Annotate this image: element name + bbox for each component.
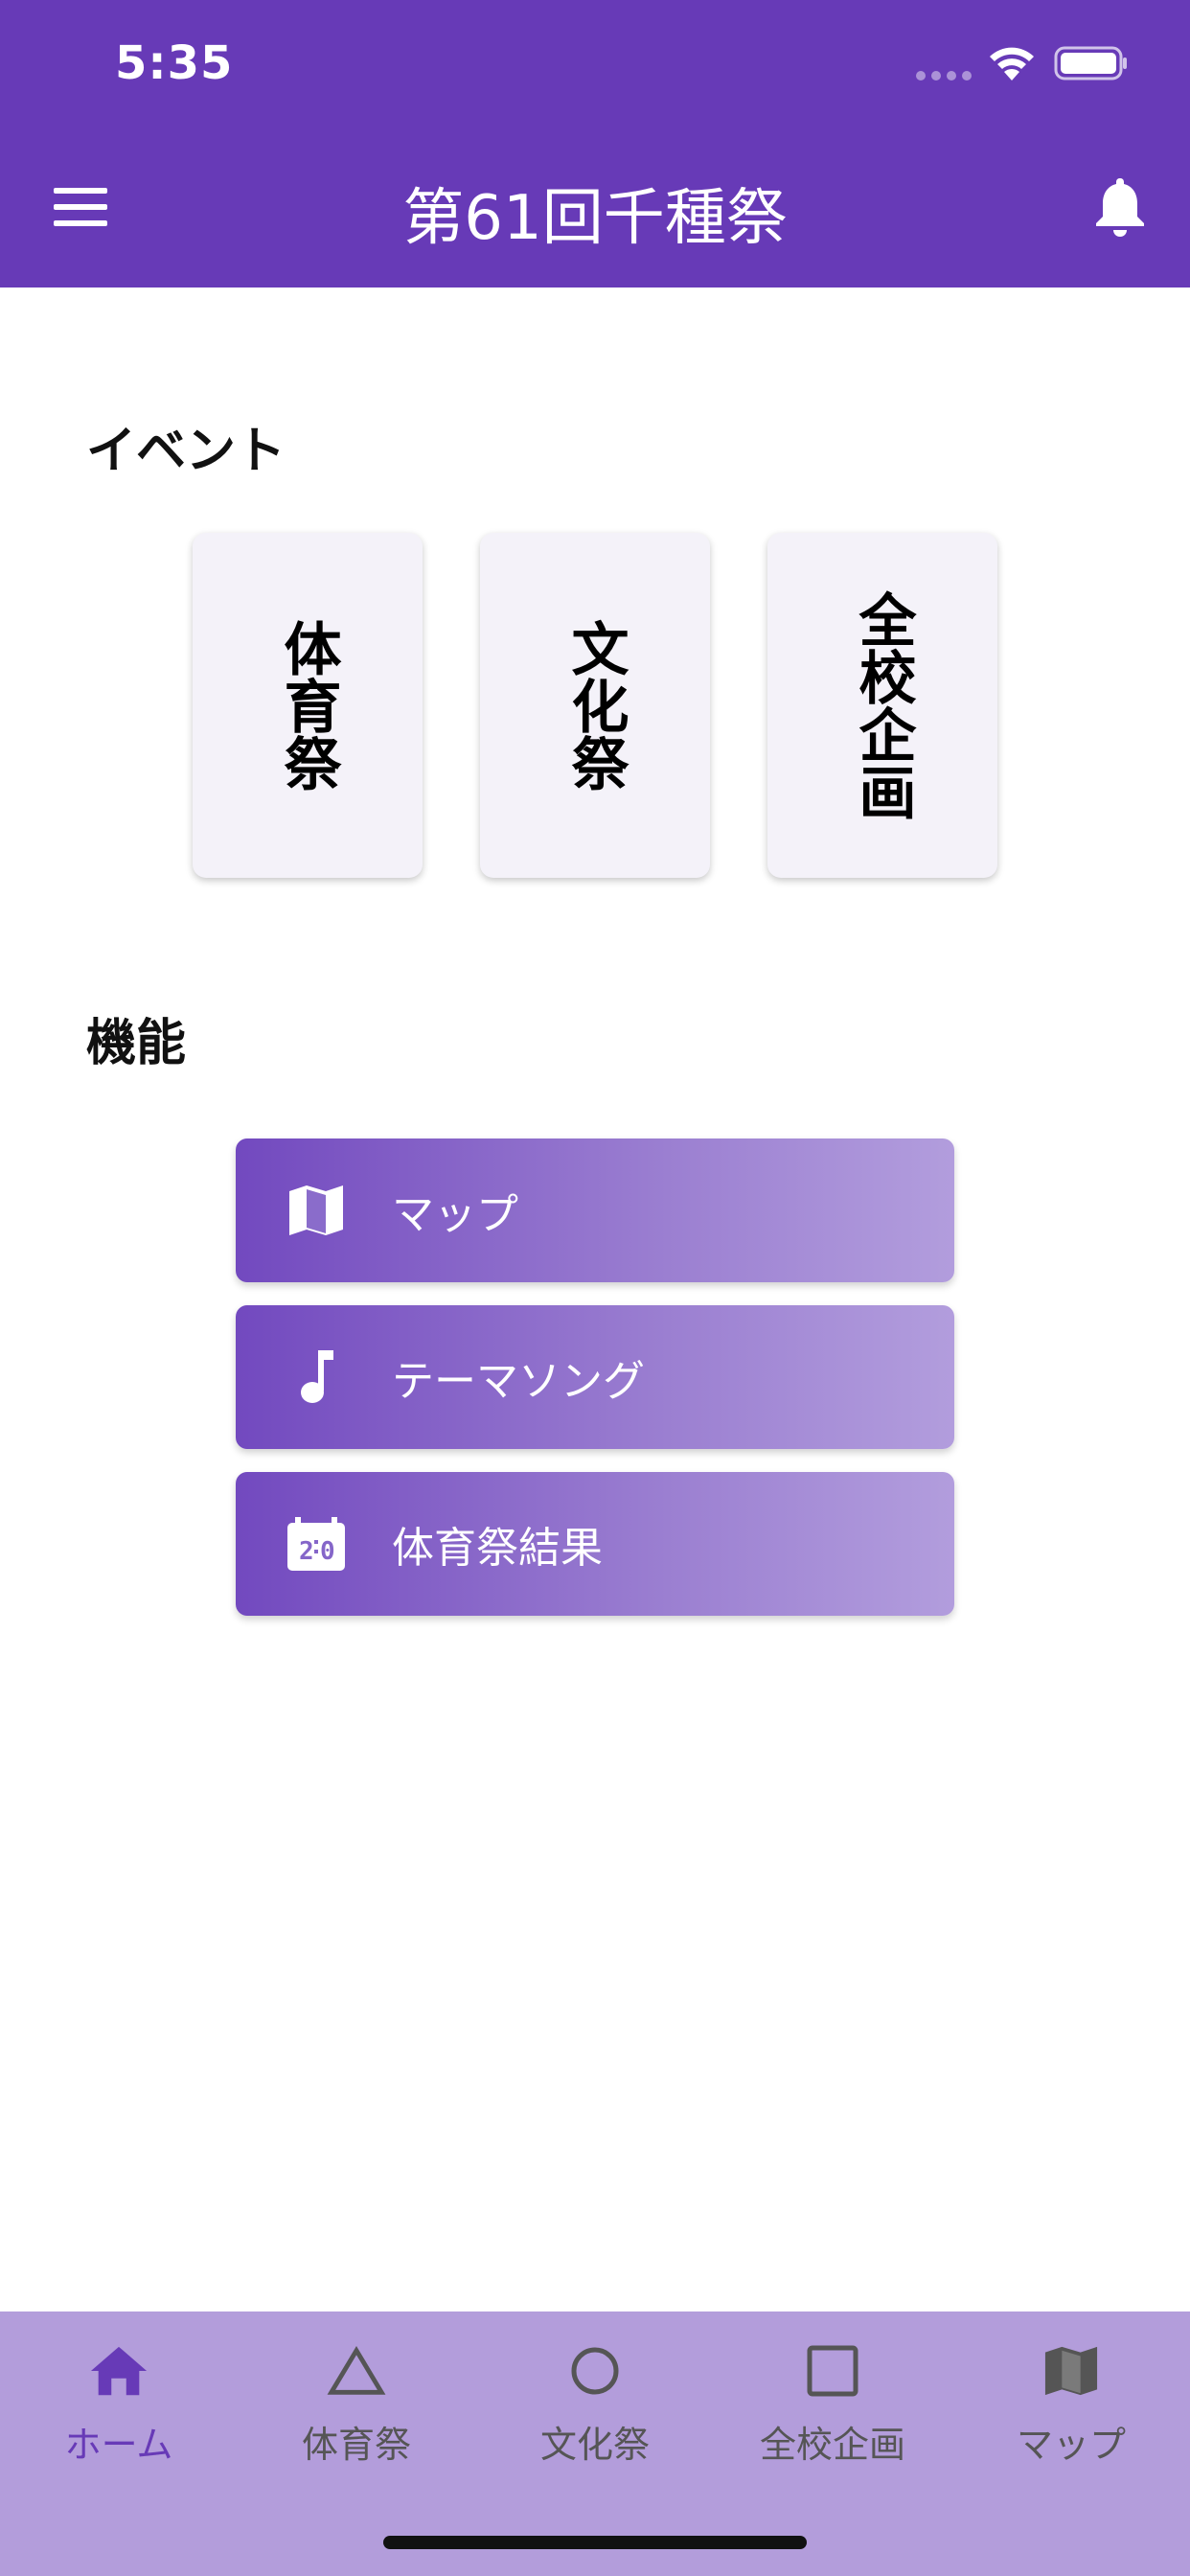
map-icon — [279, 1173, 354, 1248]
battery-icon — [1054, 46, 1127, 80]
nav-item-label: 体育祭 — [301, 2424, 411, 2466]
events-section-title: イベント — [86, 423, 286, 480]
event-card-label: 全校企画 — [849, 590, 916, 820]
music-note-icon — [279, 1340, 354, 1414]
theme-song-button[interactable]: テーマソング — [236, 1305, 954, 1449]
nav-item-label: ホーム — [64, 2424, 173, 2466]
nav-item-home[interactable]: ホーム — [0, 2340, 238, 2484]
scoreboard-icon: 2 0 — [279, 1506, 354, 1581]
wifi-icon — [990, 47, 1034, 80]
triangle-icon — [326, 2340, 387, 2402]
event-card-culture-festival[interactable]: 文化祭 — [480, 533, 710, 878]
map-button[interactable]: マップ — [236, 1138, 954, 1282]
theme-song-button-label: テーマソング — [392, 1357, 645, 1406]
bell-icon[interactable] — [1092, 174, 1148, 238]
nav-item-label: 文化祭 — [539, 2424, 650, 2466]
event-card-school-project[interactable]: 全校企画 — [767, 533, 997, 878]
event-card-sports-festival[interactable]: 体育祭 — [193, 533, 423, 878]
features-section-title: 機能 — [86, 1015, 187, 1072]
map-icon — [1041, 2340, 1102, 2402]
event-card-label: 文化祭 — [561, 619, 629, 792]
nav-item-sports-festival[interactable]: 体育祭 — [238, 2340, 475, 2484]
svg-text:2: 2 — [299, 1537, 314, 1566]
nav-item-label: マップ — [1016, 2424, 1126, 2466]
page-title: 第61回千種祭 — [402, 183, 788, 254]
nav-item-school-project[interactable]: 全校企画 — [714, 2340, 951, 2484]
home-icon — [88, 2340, 149, 2402]
home-indicator[interactable] — [383, 2536, 807, 2549]
cellular-signal-icon — [916, 71, 972, 80]
svg-text:0: 0 — [320, 1537, 335, 1566]
nav-item-map[interactable]: マップ — [952, 2340, 1190, 2484]
circle-icon — [564, 2340, 626, 2402]
sports-results-button-label: 体育祭結果 — [392, 1524, 603, 1573]
square-icon — [802, 2340, 863, 2402]
event-card-label: 体育祭 — [274, 619, 341, 792]
nav-item-culture-festival[interactable]: 文化祭 — [476, 2340, 714, 2484]
sports-results-button[interactable]: 2 0 体育祭結果 — [236, 1472, 954, 1616]
map-button-label: マップ — [392, 1190, 518, 1239]
status-time: 5:35 — [115, 36, 234, 90]
nav-item-label: 全校企画 — [759, 2424, 905, 2466]
app-header: 5:35 第61回千種祭 — [0, 0, 1190, 288]
